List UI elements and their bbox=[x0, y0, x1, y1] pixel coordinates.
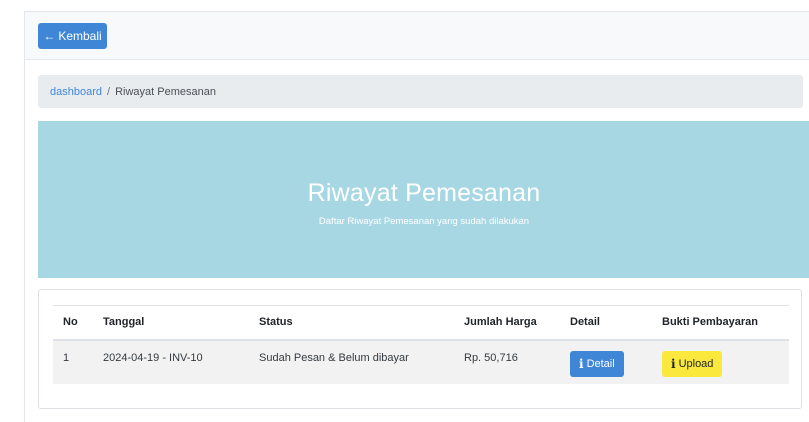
info-icon: i bbox=[579, 357, 584, 371]
orders-card: No Tanggal Status Jumlah Harga Detail Bu… bbox=[38, 289, 802, 409]
upload-button[interactable]: i Upload bbox=[662, 351, 723, 377]
detail-button[interactable]: i Detail bbox=[570, 351, 624, 377]
top-bar: ← Kembali bbox=[25, 12, 809, 60]
cell-upload: i Upload bbox=[652, 340, 789, 384]
header-tanggal: Tanggal bbox=[93, 305, 249, 341]
back-button[interactable]: ← Kembali bbox=[38, 23, 107, 49]
table-row: 1 2024-04-19 - INV-10 Sudah Pesan & Belu… bbox=[53, 339, 789, 384]
header-status: Status bbox=[249, 305, 454, 341]
info-icon: i bbox=[671, 357, 676, 371]
detail-button-label: Detail bbox=[586, 358, 615, 370]
breadcrumb: dashboard / Riwayat Pemesanan bbox=[38, 75, 803, 108]
cell-tanggal: 2024-04-19 - INV-10 bbox=[103, 351, 203, 364]
orders-table: No Tanggal Status Jumlah Harga Detail Bu… bbox=[53, 305, 789, 384]
upload-button-label: Upload bbox=[678, 358, 714, 370]
hero-banner: Riwayat Pemesanan Daftar Riwayat Pemesan… bbox=[38, 121, 809, 278]
header-no: No bbox=[53, 305, 93, 341]
header-jumlah-harga: Jumlah Harga bbox=[454, 305, 560, 341]
cell-detail: i Detail bbox=[560, 340, 652, 384]
breadcrumb-separator: / bbox=[107, 85, 111, 98]
breadcrumb-dashboard-link[interactable]: dashboard bbox=[50, 86, 102, 98]
header-detail: Detail bbox=[560, 305, 652, 341]
breadcrumb-current: Riwayat Pemesanan bbox=[115, 85, 216, 98]
header-bukti-pembayaran: Bukti Pembayaran bbox=[652, 305, 789, 341]
cell-status: Sudah Pesan & Belum dibayar bbox=[259, 351, 409, 364]
page-frame: ← Kembali dashboard / Riwayat Pemesanan … bbox=[24, 11, 809, 422]
cell-no: 1 bbox=[63, 351, 70, 364]
table-header-row: No Tanggal Status Jumlah Harga Detail Bu… bbox=[53, 305, 789, 341]
page-subtitle: Daftar Riwayat Pemesanan yang sudah dila… bbox=[318, 215, 530, 227]
page-title: Riwayat Pemesanan bbox=[307, 178, 541, 207]
cell-harga: Rp. 50,716 bbox=[464, 351, 518, 364]
back-button-label: Kembali bbox=[58, 29, 102, 43]
arrow-left-icon: ← bbox=[43, 29, 56, 43]
